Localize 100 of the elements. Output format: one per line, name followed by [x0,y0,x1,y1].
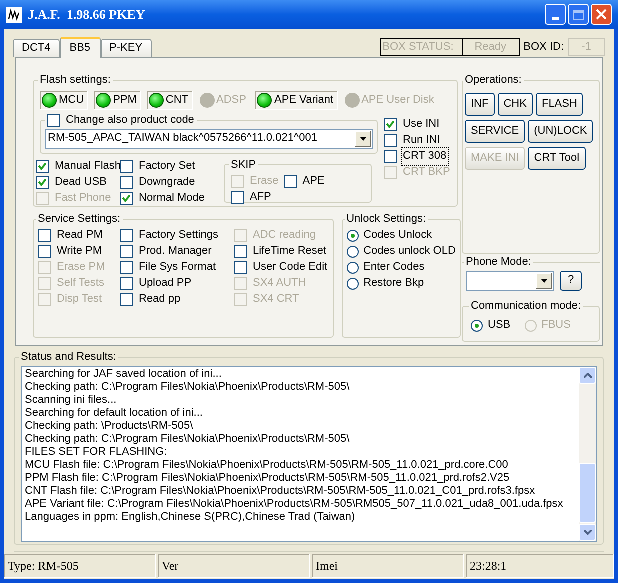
status-bar-panel: 23:28:1 [466,554,614,578]
group-title: Unlock Settings: [346,212,428,227]
checkbox-label[interactable]: APE [302,172,326,190]
checkbox[interactable] [234,261,247,274]
radio-label[interactable]: USB [488,317,511,334]
scrollbar[interactable] [579,366,596,540]
operation-button[interactable]: CRT Tool [528,146,586,170]
group-title: Service Settings: [37,212,122,227]
checkbox[interactable] [120,277,133,290]
checkbox-label[interactable]: Run INI [402,132,442,149]
window-title: J.A.F. 1.98.66 PKEY [28,6,146,24]
checkbox-label[interactable]: Normal Mode [138,190,206,207]
box-id-field: -1 [568,38,605,56]
checkbox-label[interactable]: Dead USB [54,174,108,191]
status-bar-panel: Imei [312,554,464,578]
checkbox[interactable] [231,190,244,204]
operation-button[interactable]: CHK [498,92,533,116]
checkbox-label[interactable]: AFP [249,188,272,206]
scroll-thumb[interactable] [579,462,596,522]
radio-label[interactable]: Enter Codes [364,259,425,276]
checkbox[interactable] [47,114,60,127]
status-bar-panel: Ver [158,554,310,578]
log-line: MCU Flash file: C:\Program Files\Nokia\Phoenix\Products\RM-505\RM-505_11.0.021_prd.core.C00 [25,458,510,472]
box-id-label: BOX ID: [524,40,564,55]
scroll-down-button[interactable] [579,524,596,540]
group-title: Status and Results: [20,350,118,365]
box-status-value: Ready [474,40,508,55]
scroll-up-button[interactable] [579,366,596,384]
checkbox[interactable] [284,174,297,188]
log-line: FILES SET FOR FLASHING: [25,446,168,458]
log-line: CNT Flash file: C:\Program Files\Nokia\Phoenix\Products\RM-505\RM-505_11.0.021_C01_prd.rofs3.fpsx [25,484,536,498]
box-status-label: BOX STATUS: [380,39,463,55]
checkbox-label[interactable]: LifeTime Reset [252,243,328,260]
checkbox-label[interactable]: File Sys Format [138,259,218,276]
group-title: Communication mode: [470,299,582,314]
log-line: Languages in ppm: English,Chinese S(PRC),Chinese Trad (Taiwan) [25,510,356,524]
radio-button[interactable] [346,246,359,258]
tab[interactable]: BB5 [60,37,101,58]
radio-label[interactable]: Restore Bkp [364,275,424,292]
close-button[interactable] [591,4,612,25]
checkbox-label[interactable]: Read PM [56,227,104,244]
checkbox-label[interactable]: Upload PP [138,275,193,292]
dropdown-value: RM-505_APAC_TAIWAN black^0575266^11.0.021^001 [48,131,318,146]
log-line: Checking path: C:\Program Files\Nokia\Phoenix\Products\RM-505\ [25,432,351,446]
operation-button[interactable]: INF [465,92,495,116]
checkbox[interactable] [120,245,133,258]
log-line: PPM Flash file: C:\Program Files\Nokia\Phoenix\Products\RM-505\RM-505_11.0.021_prd.rofs2.V25 [25,472,511,484]
checkbox[interactable] [120,192,133,205]
checkbox[interactable] [384,150,397,163]
operation-button[interactable]: FLASH [536,92,584,116]
close-icon [596,9,607,20]
checkbox[interactable] [120,160,133,173]
group-title: Flash settings: [39,73,112,88]
log-line: Scanning ini files... [25,394,118,406]
checkbox-label[interactable]: Change also product code [65,112,196,129]
app-icon [6,6,22,22]
checkbox-label[interactable]: Downgrade [138,174,196,191]
radio-button[interactable] [346,278,359,290]
checkbox[interactable] [120,261,133,274]
group-title: Operations: [464,73,523,88]
log-line: Checking path: C:\Program Files\Nokia\Phoenix\Products\RM-505\ [25,380,351,394]
operation-button[interactable]: (UN)LOCK [528,120,594,142]
checkbox-label[interactable]: Factory Set [138,158,196,175]
checkbox-label[interactable]: User Code Edit [252,259,329,276]
phone-mode-dropdown[interactable] [466,270,554,290]
checkbox[interactable] [234,245,247,258]
radio-button[interactable] [346,230,359,242]
checkbox-label[interactable]: Use INI [402,116,441,133]
group-title: SKIP [230,158,258,172]
checkbox[interactable] [36,176,49,189]
checkbox-label[interactable]: Prod. Manager [138,243,213,260]
tab[interactable]: P-KEY [100,39,152,57]
product-code-dropdown[interactable]: RM-505_APAC_TAIWAN black^0575266^11.0.021^001 [45,128,373,148]
checkbox[interactable] [120,176,133,189]
checkbox-label[interactable]: Factory Settings [138,227,220,244]
checkbox[interactable] [120,293,133,306]
operation-button[interactable]: SERVICE [465,120,526,142]
checkbox[interactable] [38,229,51,242]
log-line: Searching for default location of ini... [25,406,204,420]
status-bar-panel: Type: RM-505 [4,554,156,578]
help-button[interactable]: ? [560,270,582,290]
maximize-button[interactable] [568,4,589,25]
checkbox-label[interactable]: Write PM [56,243,104,260]
checkbox[interactable] [120,229,133,242]
tab[interactable]: DCT4 [13,39,60,57]
log-line: Checking path: \Products\RM-505\ [25,420,194,432]
checkbox[interactable] [36,160,49,173]
checkbox-label[interactable]: Read pp [138,291,182,308]
checkbox-label[interactable]: CRT 308 [402,148,448,165]
log-line: Searching for JAF saved location of ini... [25,368,223,380]
radio-button[interactable] [346,262,359,274]
log-line: APE Variant file: C:\Program Files\Nokia\Phoenix\Products\RM-505\RM505_507_11.0.021_uda8_001.uda.fpsx [25,498,564,510]
radio-label[interactable]: Codes unlock OLD [364,243,456,260]
checkbox[interactable] [384,134,397,147]
radio-label[interactable]: Codes Unlock [364,227,432,244]
radio-button[interactable] [471,320,483,332]
checkbox[interactable] [38,245,51,258]
checkbox[interactable] [384,118,397,131]
minimize-button[interactable] [545,4,566,25]
checkbox-label[interactable]: Manual Flash [54,158,122,175]
